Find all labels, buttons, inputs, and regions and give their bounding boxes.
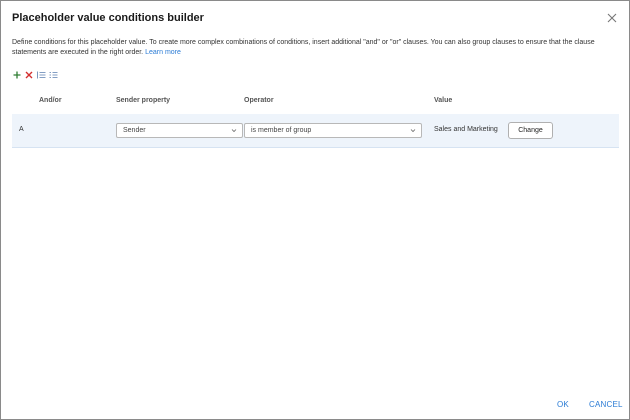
- learn-more-link[interactable]: Learn more: [145, 49, 181, 56]
- ungroup-clauses-icon[interactable]: [48, 69, 58, 81]
- chevron-down-icon: [231, 129, 237, 133]
- header-value: Value: [434, 97, 453, 104]
- chevron-down-icon: [410, 129, 416, 133]
- ok-button[interactable]: OK: [557, 400, 569, 409]
- add-icon[interactable]: [12, 69, 22, 81]
- cancel-button[interactable]: CANCEL: [589, 400, 623, 409]
- conditions-builder-dialog: Placeholder value conditions builder Def…: [0, 0, 630, 420]
- group-clauses-icon[interactable]: [36, 69, 46, 81]
- sender-property-value: Sender: [123, 127, 146, 134]
- sender-property-select[interactable]: Sender: [116, 123, 243, 138]
- header-sender-property: Sender property: [116, 97, 171, 104]
- operator-select[interactable]: is member of group: [244, 123, 422, 138]
- close-icon[interactable]: [605, 11, 619, 25]
- description-text: Define conditions for this placeholder v…: [12, 39, 595, 56]
- header-operator: Operator: [244, 97, 274, 104]
- clause-toolbar: [12, 69, 58, 81]
- operator-value: is member of group: [251, 127, 312, 134]
- dialog-description: Define conditions for this placeholder v…: [12, 38, 618, 58]
- delete-icon[interactable]: [24, 69, 34, 81]
- table-header: And/or Sender property Operator Value: [12, 96, 619, 108]
- table-row[interactable]: A Sender is member of group Sales and Ma…: [12, 114, 619, 148]
- change-button[interactable]: Change: [508, 122, 553, 139]
- value-text: Sales and Marketing: [434, 126, 498, 133]
- andor-cell: A: [19, 126, 24, 133]
- dialog-title: Placeholder value conditions builder: [12, 12, 204, 24]
- header-andor: And/or: [39, 97, 62, 104]
